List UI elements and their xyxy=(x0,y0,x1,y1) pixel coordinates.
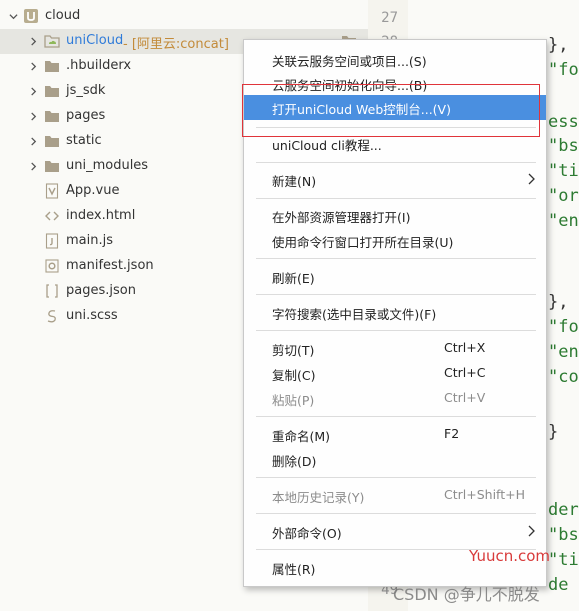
menu-item-label: 在外部资源管理器打开(I) xyxy=(272,210,411,225)
js-file-icon xyxy=(44,233,60,249)
menu-separator xyxy=(256,198,536,199)
csdn-watermark: CSDN @争儿不脱发 xyxy=(393,585,540,604)
chevron-right-icon[interactable] xyxy=(26,109,40,123)
menu-item-local-history[interactable]: 本地历史记录(Y) Ctrl+Shift+H xyxy=(244,483,546,508)
code-line: "co xyxy=(548,367,579,387)
menu-item-link-cloud-space[interactable]: 关联云服务空间或项目...(S) xyxy=(244,47,546,72)
site-watermark: Yuucn.com xyxy=(469,547,551,565)
folder-icon xyxy=(44,133,60,149)
code-line: "en xyxy=(548,342,579,362)
tree-label: uni_modules xyxy=(66,158,149,173)
menu-item-shortcut: Ctrl+V xyxy=(444,390,486,405)
tree-row-root[interactable]: cloud xyxy=(0,4,368,29)
code-line: ess xyxy=(548,112,579,132)
menu-item-rename[interactable]: 重命名(M) F2 xyxy=(244,422,546,447)
menu-item-text-search[interactable]: 字符搜索(选中目录或文件)(F) xyxy=(244,300,546,325)
chevron-right-icon[interactable] xyxy=(26,134,40,148)
chevron-right-icon[interactable] xyxy=(26,159,40,173)
menu-item-label: 粘贴(P) xyxy=(272,393,315,408)
menu-item-label: 重命名(M) xyxy=(272,429,331,444)
code-line: de xyxy=(548,575,569,595)
menu-item-copy[interactable]: 复制(C) Ctrl+C xyxy=(244,361,546,386)
menu-item-cut[interactable]: 剪切(T) Ctrl+X xyxy=(244,336,546,361)
menu-item-label: 刷新(E) xyxy=(272,271,315,286)
menu-item-open-in-terminal[interactable]: 使用命令行窗口打开所在目录(U) xyxy=(244,228,546,253)
menu-item-label: 剪切(T) xyxy=(272,343,315,358)
menu-separator xyxy=(256,258,536,259)
menu-item-paste[interactable]: 粘贴(P) Ctrl+V xyxy=(244,386,546,411)
code-line: }, xyxy=(548,35,569,55)
cloud-provider-tag: - [阿里云:concat] xyxy=(123,37,229,52)
menu-item-open-in-explorer[interactable]: 在外部资源管理器打开(I) xyxy=(244,203,546,228)
menu-item-label: 复制(C) xyxy=(272,368,316,383)
menu-separator xyxy=(256,162,536,163)
menu-separator xyxy=(256,416,536,417)
folder-icon xyxy=(44,108,60,124)
menu-item-label: 外部命令(O) xyxy=(272,526,342,541)
uniapp-project-icon xyxy=(23,8,39,24)
menu-item-label: 使用命令行窗口打开所在目录(U) xyxy=(272,235,454,250)
menu-item-shortcut: F2 xyxy=(444,426,460,441)
code-line: } xyxy=(548,422,559,442)
code-line: "bs xyxy=(548,525,579,545)
tree-label: index.html xyxy=(66,208,136,223)
chevron-right-icon[interactable] xyxy=(26,34,40,48)
chevron-right-icon[interactable] xyxy=(26,59,40,73)
scss-file-icon xyxy=(44,308,60,324)
tree-label: static xyxy=(66,133,102,148)
code-line: der xyxy=(548,500,579,520)
menu-item-label: 属性(R) xyxy=(272,562,316,577)
code-line: "or xyxy=(548,186,579,206)
chevron-right-icon[interactable] xyxy=(26,84,40,98)
folder-icon xyxy=(44,58,60,74)
menu-item-label: 新建(N) xyxy=(272,174,317,189)
menu-separator xyxy=(256,477,536,478)
menu-item-label: 本地历史记录(Y) xyxy=(272,490,365,505)
vue-file-icon xyxy=(44,183,60,199)
folder-icon xyxy=(44,83,60,99)
menu-separator xyxy=(256,294,536,295)
line-number: 27 xyxy=(381,10,398,26)
code-line: }, xyxy=(548,292,569,312)
code-line: "ti xyxy=(548,550,579,570)
tree-label: cloud xyxy=(45,8,81,23)
tree-label: manifest.json xyxy=(66,258,154,273)
menu-item-label: 字符搜索(选中目录或文件)(F) xyxy=(272,307,437,322)
folder-icon xyxy=(44,158,60,174)
menu-item-shortcut: Ctrl+C xyxy=(444,365,486,380)
json-file-icon xyxy=(44,283,60,299)
menu-item-shortcut: Ctrl+Shift+H xyxy=(444,487,525,502)
tree-label: uniCloud xyxy=(66,33,124,48)
gear-file-icon xyxy=(44,258,60,274)
code-line: "en xyxy=(548,211,579,231)
cloud-folder-icon xyxy=(44,33,60,49)
code-line: "ti xyxy=(548,161,579,181)
annotation-highlight-box xyxy=(242,84,540,137)
menu-item-delete[interactable]: 删除(D) xyxy=(244,447,546,472)
tree-label: uni.scss xyxy=(66,308,118,323)
menu-item-label: 删除(D) xyxy=(272,454,317,469)
tree-label: pages.json xyxy=(66,283,136,298)
tree-label: App.vue xyxy=(66,183,120,198)
code-line: "fo xyxy=(548,60,579,80)
menu-item-new[interactable]: 新建(N) xyxy=(244,167,546,192)
chevron-down-icon[interactable] xyxy=(6,9,20,23)
code-line: "bs xyxy=(548,136,579,156)
submenu-arrow-icon xyxy=(528,525,535,537)
code-line: "fo xyxy=(548,317,579,337)
menu-separator xyxy=(256,513,536,514)
menu-separator xyxy=(256,330,536,331)
tree-label: main.js xyxy=(66,233,113,248)
tree-label: .hbuilderx xyxy=(66,58,132,73)
tree-label: pages xyxy=(66,108,106,123)
html-file-icon xyxy=(44,208,60,224)
submenu-arrow-icon xyxy=(528,173,535,185)
menu-item-external-command[interactable]: 外部命令(O) xyxy=(244,519,546,544)
menu-item-shortcut: Ctrl+X xyxy=(444,340,486,355)
menu-item-label: uniCloud cli教程... xyxy=(272,138,382,153)
menu-item-refresh[interactable]: 刷新(E) xyxy=(244,264,546,289)
tree-label: js_sdk xyxy=(66,83,106,98)
menu-item-label: 关联云服务空间或项目...(S) xyxy=(272,54,427,69)
